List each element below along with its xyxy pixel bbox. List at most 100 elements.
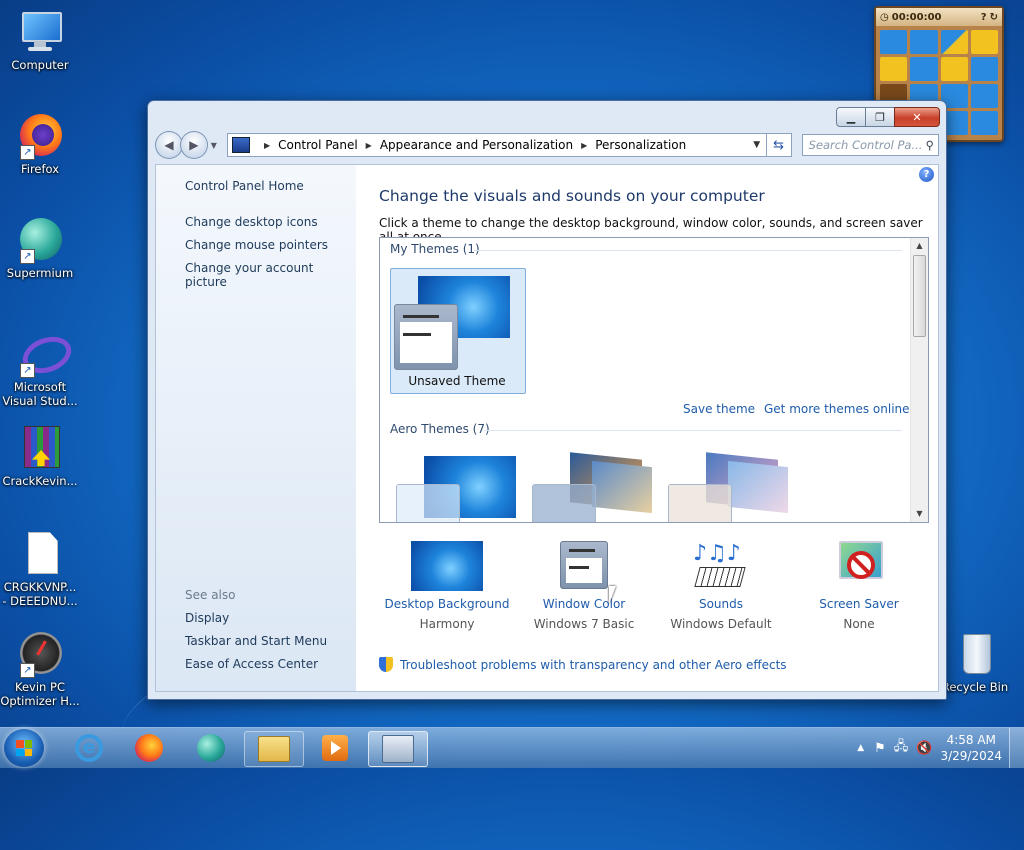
close-button[interactable]: ✕ xyxy=(894,107,940,127)
help-icon[interactable]: ? xyxy=(919,167,934,182)
puzzle-tile[interactable] xyxy=(940,57,968,81)
desktop-icon-crackkevin[interactable]: CrackKevin... xyxy=(0,424,80,488)
shortcut-arrow-icon: ↗ xyxy=(20,249,35,264)
left-navigation-pane: Control Panel Home Change desktop icons … xyxy=(156,165,356,691)
taskbar-media-player[interactable] xyxy=(306,731,364,765)
screen-saver-button[interactable]: Screen Saver None xyxy=(789,541,929,631)
show-desktop-button[interactable] xyxy=(1009,728,1024,768)
change-desktop-icons-link[interactable]: Change desktop icons xyxy=(185,215,318,229)
start-button[interactable] xyxy=(4,729,44,767)
theme-list-scrollbar[interactable]: ▲ ▼ xyxy=(910,238,928,522)
window-color-button[interactable]: Window Color Windows 7 Basic xyxy=(514,541,654,631)
window-color-icon xyxy=(548,541,620,591)
search-placeholder: Search Control Pa... xyxy=(808,138,923,152)
back-button[interactable]: ◀ xyxy=(155,131,183,159)
computer-icon xyxy=(16,8,64,56)
reset-icon[interactable]: ↻ xyxy=(990,12,998,23)
recent-pages-dropdown-icon[interactable]: ▼ xyxy=(211,141,217,150)
taskbar-windows-explorer[interactable] xyxy=(244,731,304,767)
network-icon[interactable]: 🖧 xyxy=(894,737,909,759)
supermium-icon: ↗ xyxy=(16,216,64,264)
theme-list[interactable]: My Themes (1) Unsaved Theme Save theme G… xyxy=(379,237,929,523)
address-dropdown-icon[interactable]: ▼ xyxy=(748,140,766,150)
volume-muted-icon[interactable]: 🔇 xyxy=(916,741,932,756)
control-panel-icon xyxy=(382,735,414,763)
mouse-cursor-icon xyxy=(609,586,616,604)
search-icon[interactable]: ⚲ xyxy=(926,138,934,152)
puzzle-tile[interactable] xyxy=(970,30,998,54)
media-player-icon xyxy=(322,735,348,761)
change-account-picture-link[interactable]: Change your account picture xyxy=(185,261,356,289)
ease-of-access-link[interactable]: Ease of Access Center xyxy=(185,657,318,671)
desktop-icon-label: CrackKevin... xyxy=(2,474,78,488)
breadcrumb-control-panel[interactable]: Control Panel xyxy=(278,138,358,152)
theme-item-architecture[interactable] xyxy=(530,450,664,522)
puzzle-tile[interactable] xyxy=(910,30,938,54)
desktop-icon-computer[interactable]: Computer xyxy=(0,8,80,72)
taskbar-control-panel[interactable] xyxy=(368,731,428,767)
scroll-up-icon[interactable]: ▲ xyxy=(911,238,928,254)
desktop-icon-label: Supermium xyxy=(6,266,74,280)
window-title-bar[interactable]: ▁ ❐ ✕ xyxy=(148,101,946,131)
taskbar-internet-explorer[interactable]: e xyxy=(60,731,118,765)
desktop-background-button[interactable]: Desktop Background Harmony xyxy=(377,541,517,631)
desktop-icon-visual-studio[interactable]: ↗ Microsoft Visual Stud... xyxy=(0,330,80,408)
taskbar: e ▲ ⚑ 🖧 🔇 4:58 AM 3/29/2024 xyxy=(0,727,1024,768)
troubleshoot-label: Troubleshoot problems with transparency … xyxy=(400,657,787,672)
breadcrumb-appearance[interactable]: Appearance and Personalization xyxy=(380,138,573,152)
puzzle-tile[interactable] xyxy=(970,84,998,108)
taskbar-supermium[interactable] xyxy=(182,731,240,765)
scrollbar-thumb[interactable] xyxy=(913,255,926,337)
troubleshoot-link[interactable]: Troubleshoot problems with transparency … xyxy=(379,657,787,672)
sounds-button[interactable]: ♪♫♪ Sounds Windows Default xyxy=(651,541,791,631)
puzzle-tile[interactable] xyxy=(940,30,968,54)
breadcrumb-personalization[interactable]: Personalization xyxy=(595,138,686,152)
save-theme-link[interactable]: Save theme xyxy=(683,402,755,416)
maximize-button[interactable]: ❐ xyxy=(865,107,895,127)
puzzle-tile[interactable] xyxy=(910,57,938,81)
clock-icon: ◷ xyxy=(880,11,889,23)
firefox-icon xyxy=(135,734,163,762)
theme-item-characters[interactable] xyxy=(666,450,800,522)
aero-themes-heading: Aero Themes (7) xyxy=(390,422,490,436)
scroll-down-icon[interactable]: ▼ xyxy=(911,506,928,522)
my-themes-heading: My Themes (1) xyxy=(390,242,480,256)
get-more-themes-link[interactable]: Get more themes online xyxy=(764,402,910,416)
theme-item-windows-7[interactable] xyxy=(394,450,528,522)
puzzle-tile[interactable] xyxy=(880,30,908,54)
desktop-icon-label: Firefox xyxy=(20,162,60,176)
window-color-value: Windows 7 Basic xyxy=(533,617,635,631)
forward-button[interactable]: ▶ xyxy=(179,131,208,159)
breadcrumb-separator-icon[interactable]: ▶ xyxy=(366,141,372,150)
refresh-button[interactable]: ⇆ xyxy=(766,133,792,157)
puzzle-tile[interactable] xyxy=(970,57,998,81)
personalization-window[interactable]: ▁ ❐ ✕ ◀ ▶ ▼ ▶ Control Panel ▶ Appearance… xyxy=(147,100,947,700)
refresh-icon: ⇆ xyxy=(773,137,785,153)
desktop-icon-recycle-bin[interactable]: Recycle Bin xyxy=(935,630,1015,694)
action-center-flag-icon[interactable]: ⚑ xyxy=(874,741,886,756)
control-panel-home-link[interactable]: Control Panel Home xyxy=(185,179,304,193)
desktop-icon-label: Recycle Bin xyxy=(941,680,1009,694)
taskbar-start-menu-link[interactable]: Taskbar and Start Menu xyxy=(185,634,327,648)
breadcrumb-separator-icon[interactable]: ▶ xyxy=(581,141,587,150)
taskbar-clock[interactable]: 4:58 AM 3/29/2024 xyxy=(940,732,1002,764)
desktop-icon-firefox[interactable]: ↗ Firefox xyxy=(0,112,80,176)
display-link[interactable]: Display xyxy=(185,611,229,625)
help-icon[interactable]: ? xyxy=(981,12,987,23)
desktop-icon-crgkkvnp-file[interactable]: CRGKKVNP... - DEEEDNU... xyxy=(0,530,80,608)
screen-saver-icon xyxy=(823,541,895,591)
desktop-icon-label: Microsoft Visual Stud... xyxy=(2,380,78,408)
address-bar[interactable]: ▶ Control Panel ▶ Appearance and Persona… xyxy=(226,133,767,157)
show-hidden-icons-icon[interactable]: ▲ xyxy=(857,743,864,753)
change-mouse-pointers-link[interactable]: Change mouse pointers xyxy=(185,238,328,252)
main-content: ? Change the visuals and sounds on your … xyxy=(356,165,938,691)
desktop-icon-supermium[interactable]: ↗ Supermium xyxy=(0,216,80,280)
window-content: Control Panel Home Change desktop icons … xyxy=(155,164,939,692)
desktop-icon-kevin-pc-optimizer[interactable]: ↗ Kevin PC Optimizer H... xyxy=(0,630,80,708)
taskbar-firefox[interactable] xyxy=(120,731,178,765)
puzzle-tile[interactable] xyxy=(880,57,908,81)
puzzle-tile[interactable] xyxy=(970,111,998,135)
minimize-button[interactable]: ▁ xyxy=(836,107,866,127)
breadcrumb-separator-icon[interactable]: ▶ xyxy=(264,141,270,150)
search-input[interactable]: Search Control Pa... ⚲ xyxy=(801,134,940,156)
